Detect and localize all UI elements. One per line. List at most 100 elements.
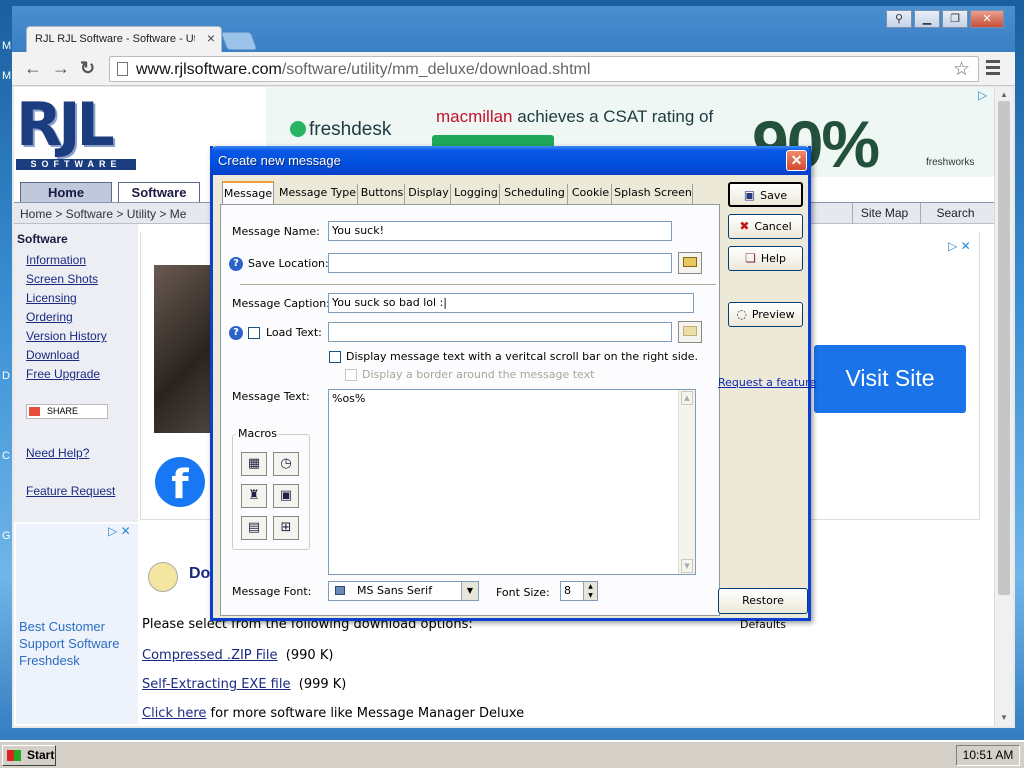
profile-icon[interactable]: ⚲ bbox=[886, 10, 912, 28]
scrollbar-checkbox[interactable] bbox=[329, 351, 341, 363]
url-text: www.rjlsoftware.com/software/utility/mm_… bbox=[136, 61, 591, 78]
message-text-value: %os% bbox=[332, 392, 366, 405]
preview-button[interactable]: ◌ Preview bbox=[728, 302, 803, 327]
tab-display[interactable]: Display bbox=[407, 184, 451, 204]
font-select[interactable]: MS Sans Serif ▼ bbox=[328, 581, 479, 601]
font-size-stepper[interactable]: 8 ▲ ▼ bbox=[560, 581, 598, 601]
computer-macro-icon[interactable]: ▣ bbox=[273, 484, 299, 508]
site-map-link[interactable]: Site Map bbox=[852, 203, 916, 224]
save-button[interactable]: ▣ Save bbox=[728, 182, 803, 207]
help-button[interactable]: ❏ Help bbox=[728, 246, 803, 271]
start-button[interactable]: Start bbox=[2, 745, 56, 766]
folder-icon bbox=[683, 257, 697, 267]
reload-icon[interactable]: ↻ bbox=[80, 58, 95, 79]
download-icon bbox=[148, 562, 178, 592]
share-button[interactable]: SHARE bbox=[26, 404, 108, 419]
breadcrumb[interactable]: Home > Software > Utility > Me bbox=[20, 207, 186, 221]
share-icon bbox=[29, 407, 40, 416]
adchoices-icon[interactable]: ▷ bbox=[978, 88, 987, 102]
system-clock: 10:51 AM bbox=[956, 745, 1020, 766]
exe-download-link[interactable]: Self-Extracting EXE file bbox=[142, 677, 290, 692]
tab-logging[interactable]: Logging bbox=[453, 184, 500, 204]
page-scrollbar[interactable]: ▲ ▼ bbox=[994, 87, 1013, 726]
adchoices-icon[interactable]: ▷ ✕ bbox=[108, 524, 131, 538]
tab-close-icon[interactable]: × bbox=[207, 30, 215, 46]
help-question-icon[interactable]: ? bbox=[229, 257, 243, 271]
scroll-down-icon[interactable]: ▼ bbox=[1000, 713, 1008, 722]
sidebar-link-ordering[interactable]: Ordering bbox=[26, 310, 73, 324]
sidebar-link-version-history[interactable]: Version History bbox=[26, 329, 107, 343]
need-help-link[interactable]: Need Help? bbox=[26, 446, 89, 460]
request-feature-link[interactable]: Request a feature bbox=[718, 376, 816, 389]
scroll-up-icon[interactable]: ▲ bbox=[1000, 90, 1008, 99]
dialog-close-button[interactable]: ✕ bbox=[786, 150, 807, 171]
border-checkbox[interactable] bbox=[345, 369, 357, 381]
speech-bubble-icon: ◌ bbox=[736, 307, 747, 321]
stepper-arrows-icon[interactable]: ▲ ▼ bbox=[583, 582, 597, 600]
nav-tab-home[interactable]: Home bbox=[20, 182, 112, 202]
ad-headline: macmillan achieves a CSAT rating of bbox=[436, 107, 714, 126]
scroll-up-icon[interactable]: ▲ bbox=[681, 391, 693, 405]
facebook-icon[interactable]: f bbox=[155, 457, 205, 508]
download-zip-row: Compressed .ZIP File (990 K) bbox=[142, 648, 334, 663]
tab-scheduling[interactable]: Scheduling bbox=[502, 184, 568, 204]
tab-cookie[interactable]: Cookie bbox=[570, 184, 612, 204]
book-icon: ❏ bbox=[745, 251, 756, 265]
scroll-thumb[interactable] bbox=[998, 101, 1010, 595]
load-text-checkbox[interactable] bbox=[248, 327, 260, 339]
tab-buttons[interactable]: Buttons bbox=[360, 184, 405, 204]
scroll-down-icon[interactable]: ▼ bbox=[681, 559, 693, 573]
tab-message-type[interactable]: Message Type bbox=[278, 184, 358, 204]
close-window-button[interactable]: ✕ bbox=[970, 10, 1004, 28]
os-macro-icon[interactable]: ▤ bbox=[241, 516, 267, 540]
download-heading: Do bbox=[189, 565, 211, 582]
chrome-menu-icon[interactable] bbox=[986, 60, 1000, 78]
minimize-button[interactable]: ▁ bbox=[914, 10, 940, 28]
zip-download-link[interactable]: Compressed .ZIP File bbox=[142, 648, 278, 663]
browser-tab[interactable]: RJL RJL Software - Software - Util × bbox=[26, 26, 222, 53]
search-link[interactable]: Search bbox=[920, 203, 990, 224]
load-text-input[interactable] bbox=[328, 322, 672, 342]
date-macro-icon[interactable]: ▦ bbox=[241, 452, 267, 476]
cancel-x-icon: ✖ bbox=[739, 219, 750, 233]
forward-icon[interactable]: → bbox=[52, 58, 70, 79]
sidebar-link-screen-shots[interactable]: Screen Shots bbox=[26, 272, 98, 286]
new-tab-button[interactable] bbox=[220, 32, 258, 50]
cancel-button[interactable]: ✖ Cancel bbox=[728, 214, 803, 239]
browse-load-text-button[interactable] bbox=[678, 321, 702, 343]
sidebar-link-licensing[interactable]: Licensing bbox=[26, 291, 77, 305]
address-bar[interactable]: www.rjlsoftware.com/software/utility/mm_… bbox=[109, 56, 979, 82]
chevron-down-icon[interactable]: ▼ bbox=[461, 582, 478, 600]
download-exe-row: Self-Extracting EXE file (999 K) bbox=[142, 677, 347, 692]
browse-save-location-button[interactable] bbox=[678, 252, 702, 274]
message-text-area[interactable]: %os% ▲ ▼ bbox=[328, 389, 696, 575]
page-icon bbox=[117, 62, 128, 76]
save-location-input[interactable] bbox=[328, 253, 672, 273]
clock-macro-icon[interactable]: ◷ bbox=[273, 452, 299, 476]
nav-tab-software[interactable]: Software bbox=[118, 182, 200, 202]
font-icon bbox=[335, 586, 345, 595]
left-ad[interactable]: ▷ ✕ Best Customer Support Software Fresh… bbox=[16, 524, 138, 724]
bookmark-star-icon[interactable]: ☆ bbox=[953, 58, 970, 81]
adchoices-icon[interactable]: ▷ ✕ bbox=[948, 239, 971, 253]
textarea-scrollbar[interactable]: ▲ ▼ bbox=[678, 390, 695, 574]
tab-strip: RJL RJL Software - Software - Util × ⚲ ▁… bbox=[12, 6, 1015, 53]
dialog-titlebar[interactable]: Create new message ✕ bbox=[210, 146, 811, 175]
back-icon[interactable]: ← bbox=[24, 58, 42, 79]
user-macro-icon[interactable]: ♜ bbox=[241, 484, 267, 508]
visit-site-button[interactable]: Visit Site bbox=[814, 345, 966, 413]
network-macro-icon[interactable]: ⊞ bbox=[273, 516, 299, 540]
sidebar-link-information[interactable]: Information bbox=[26, 253, 86, 267]
restore-defaults-button[interactable]: Restore Defaults bbox=[718, 588, 808, 631]
message-name-input[interactable]: You suck! bbox=[328, 221, 672, 241]
rjl-logo[interactable]: RJL SOFTWARE bbox=[16, 95, 138, 171]
tab-splash-screen[interactable]: Splash Screen bbox=[614, 184, 693, 204]
feature-request-link[interactable]: Feature Request bbox=[26, 484, 115, 498]
sidebar-link-free-upgrade[interactable]: Free Upgrade bbox=[26, 367, 100, 381]
message-caption-input[interactable]: You suck so bad lol :| bbox=[328, 293, 694, 313]
help-question-icon[interactable]: ? bbox=[229, 326, 243, 340]
tab-message[interactable]: Message bbox=[222, 181, 274, 205]
maximize-button[interactable]: ❐ bbox=[942, 10, 968, 28]
click-here-link[interactable]: Click here bbox=[142, 706, 206, 721]
sidebar-link-download[interactable]: Download bbox=[26, 348, 79, 362]
